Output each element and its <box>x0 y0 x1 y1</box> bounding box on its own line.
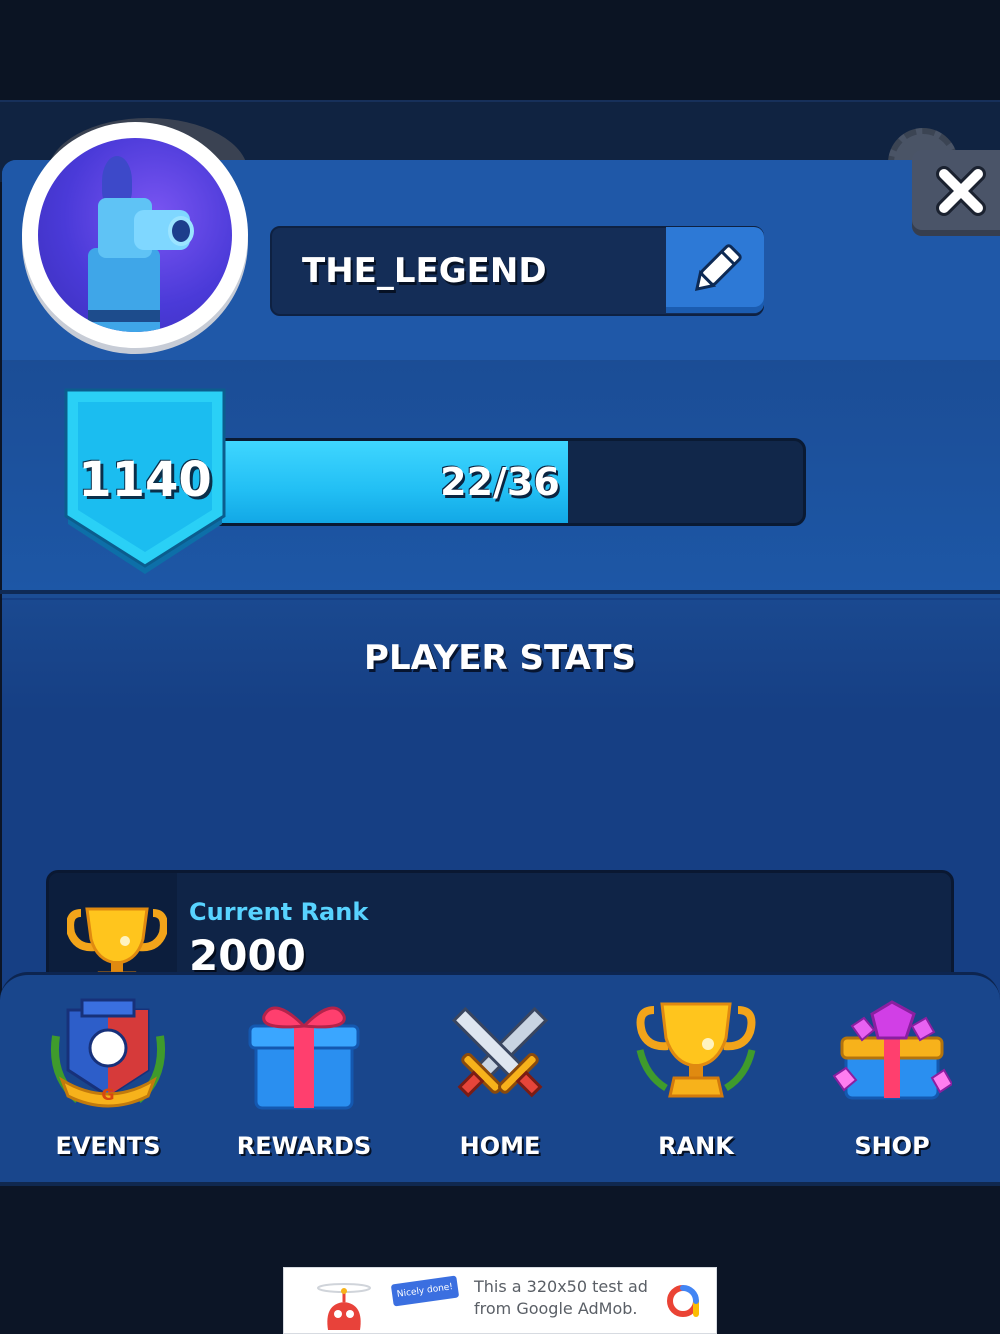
crossed-swords-icon <box>451 1006 549 1098</box>
ad-banner[interactable]: Nicely done! This a 320x50 test ad from … <box>283 1267 717 1334</box>
close-button[interactable] <box>912 150 1000 236</box>
ad-line-2: from Google AdMob. <box>474 1299 638 1318</box>
events-shield-icon: G <box>51 998 165 1108</box>
cannon-knight-avatar-icon <box>38 138 232 332</box>
nav-item-events[interactable]: G EVENTS <box>10 990 206 1170</box>
divider <box>0 590 1000 594</box>
profile-screen: THE_LEGEND 22/36 1140 PLAYER STATS Curre… <box>0 0 1000 1334</box>
ad-ribbon: Nicely done! <box>390 1275 460 1307</box>
nav-item-rank[interactable]: RANK <box>598 990 794 1170</box>
player-level: 1140 <box>78 452 212 508</box>
nav-item-rewards[interactable]: REWARDS <box>206 990 402 1170</box>
avatar[interactable] <box>22 122 248 348</box>
admob-logo-icon <box>667 1285 699 1317</box>
nav-item-shop[interactable]: SHOP <box>794 990 990 1170</box>
gift-icon <box>248 1006 360 1110</box>
close-icon <box>936 166 986 216</box>
trophy-icon <box>636 1002 756 1098</box>
stat-label: Current Rank <box>189 898 369 926</box>
ad-text: This a 320x50 test ad from Google AdMob. <box>474 1276 654 1320</box>
nav-label: EVENTS <box>55 1132 161 1160</box>
xp-progress-text: 22/36 <box>440 460 560 504</box>
player-name: THE_LEGEND <box>302 251 547 291</box>
nav-label: REWARDS <box>236 1132 372 1160</box>
avatar-cannon-muzzle <box>168 216 194 246</box>
ad-ribbon-text: Nicely done! <box>396 1282 454 1300</box>
status-bar-area <box>0 0 1000 100</box>
edit-name-button[interactable] <box>666 227 764 313</box>
nav-item-home[interactable]: HOME <box>402 990 598 1170</box>
svg-text:G: G <box>101 1085 114 1104</box>
nav-label: RANK <box>658 1132 734 1160</box>
pencil-icon <box>694 244 742 292</box>
avatar-belt <box>88 310 160 322</box>
nav-label: HOME <box>459 1132 541 1160</box>
ad-line-1: This a 320x50 test ad <box>474 1277 648 1296</box>
player-stats-title: PLAYER STATS <box>364 638 636 678</box>
nav-label: SHOP <box>854 1132 930 1160</box>
mascot-icon <box>317 1283 371 1330</box>
gem-chest-icon <box>832 1000 952 1100</box>
